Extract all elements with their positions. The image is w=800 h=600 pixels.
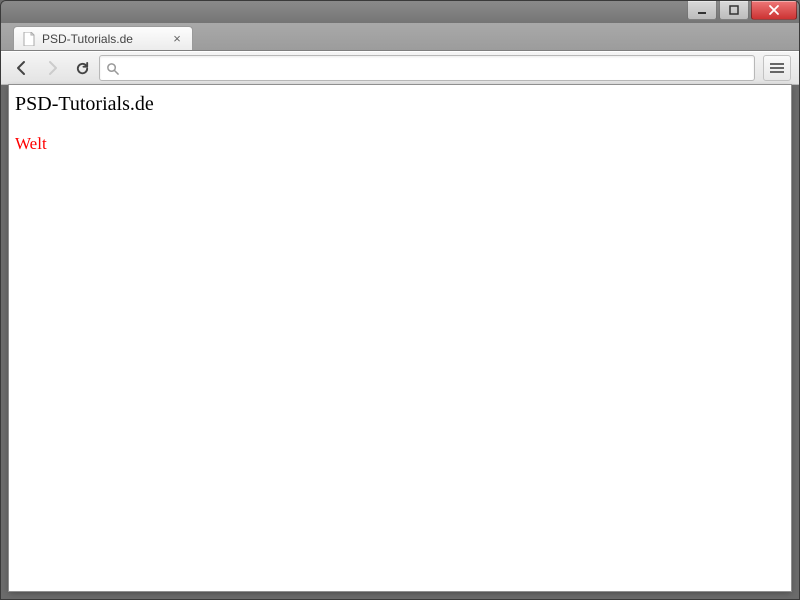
back-button[interactable] <box>9 55 35 81</box>
browser-toolbar <box>1 51 799 85</box>
reload-button[interactable] <box>69 55 95 81</box>
browser-tab[interactable]: PSD-Tutorials.de × <box>13 26 193 50</box>
page-content: PSD-Tutorials.de Welt <box>9 85 791 162</box>
window-minimize-button[interactable] <box>687 1 717 20</box>
hamburger-icon <box>770 63 784 73</box>
tab-strip: PSD-Tutorials.de × <box>1 23 799 51</box>
file-icon <box>22 32 36 46</box>
page-heading: PSD-Tutorials.de <box>15 93 785 116</box>
forward-button[interactable] <box>39 55 65 81</box>
page-body-text: Welt <box>15 134 785 154</box>
tab-close-icon[interactable]: × <box>170 32 184 46</box>
page-viewport: PSD-Tutorials.de Welt <box>9 85 791 591</box>
url-input[interactable] <box>125 61 748 76</box>
address-bar[interactable] <box>99 55 755 81</box>
menu-button[interactable] <box>763 55 791 81</box>
window-maximize-button[interactable] <box>719 1 749 20</box>
search-icon <box>106 62 119 75</box>
tab-title: PSD-Tutorials.de <box>42 32 170 46</box>
window-titlebar <box>1 1 799 23</box>
window-close-button[interactable] <box>751 1 797 20</box>
browser-window: PSD-Tutorials.de × PSD-Tutorials.de Welt <box>0 0 800 600</box>
